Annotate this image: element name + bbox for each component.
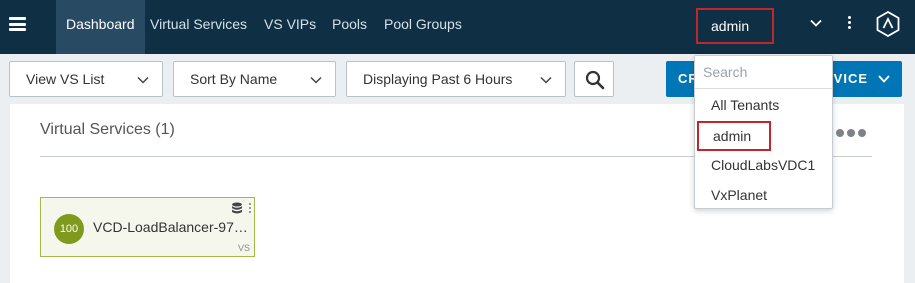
tenant-option-vxplanet[interactable]: VxPlanet <box>711 183 767 207</box>
chevron-down-icon <box>878 75 890 83</box>
tab-vs-vips[interactable]: VS VIPs <box>264 0 316 54</box>
health-score-badge: 100 <box>54 214 84 244</box>
tenant-search-input[interactable] <box>695 56 832 89</box>
virtual-service-card[interactable]: 100 VCD-LoadBalancer-97c... VS <box>40 197 255 257</box>
chevron-down-icon[interactable] <box>808 15 824 31</box>
top-nav: Dashboard Virtual Services VS VIPs Pools… <box>0 0 915 54</box>
chevron-down-icon <box>310 76 322 84</box>
card-more-icon[interactable] <box>249 203 252 215</box>
app-logo-icon <box>876 11 900 37</box>
time-range-label: Displaying Past 6 Hours <box>363 71 513 87</box>
view-select[interactable]: View VS List <box>9 61 163 97</box>
panel-title: Virtual Services (1) <box>40 121 175 138</box>
tab-virtual-services[interactable]: Virtual Services <box>150 0 247 54</box>
hamburger-menu-icon[interactable] <box>9 17 26 31</box>
search-button[interactable] <box>574 61 614 97</box>
database-icon <box>232 202 242 214</box>
sort-select-label: Sort By Name <box>190 71 278 87</box>
tab-pool-groups[interactable]: Pool Groups <box>384 0 462 54</box>
tenant-selector[interactable]: admin <box>696 8 774 44</box>
tenant-option-admin[interactable]: admin <box>697 121 771 151</box>
card-type-tag: VS <box>237 243 250 253</box>
search-icon <box>585 70 605 90</box>
more-options-icon[interactable] <box>846 16 852 32</box>
create-button-label-end: VICE <box>833 71 868 86</box>
tenant-option-cloudlabsvdc1[interactable]: CloudLabsVDC1 <box>711 153 815 177</box>
chevron-down-icon <box>137 76 149 84</box>
sort-select[interactable]: Sort By Name <box>173 61 336 97</box>
tab-dashboard[interactable]: Dashboard <box>56 0 145 54</box>
virtual-service-name[interactable]: VCD-LoadBalancer-97c... <box>93 219 248 235</box>
tenant-option-all-tenants[interactable]: All Tenants <box>711 93 779 117</box>
view-select-label: View VS List <box>26 71 105 87</box>
tenant-dropdown-menu: All Tenants admin CloudLabsVDC1 VxPlanet <box>694 55 833 209</box>
time-range-select[interactable]: Displaying Past 6 Hours <box>346 61 566 97</box>
chevron-down-icon <box>540 76 552 84</box>
panel-more-icon[interactable] <box>836 124 869 142</box>
tab-pools[interactable]: Pools <box>332 0 367 54</box>
